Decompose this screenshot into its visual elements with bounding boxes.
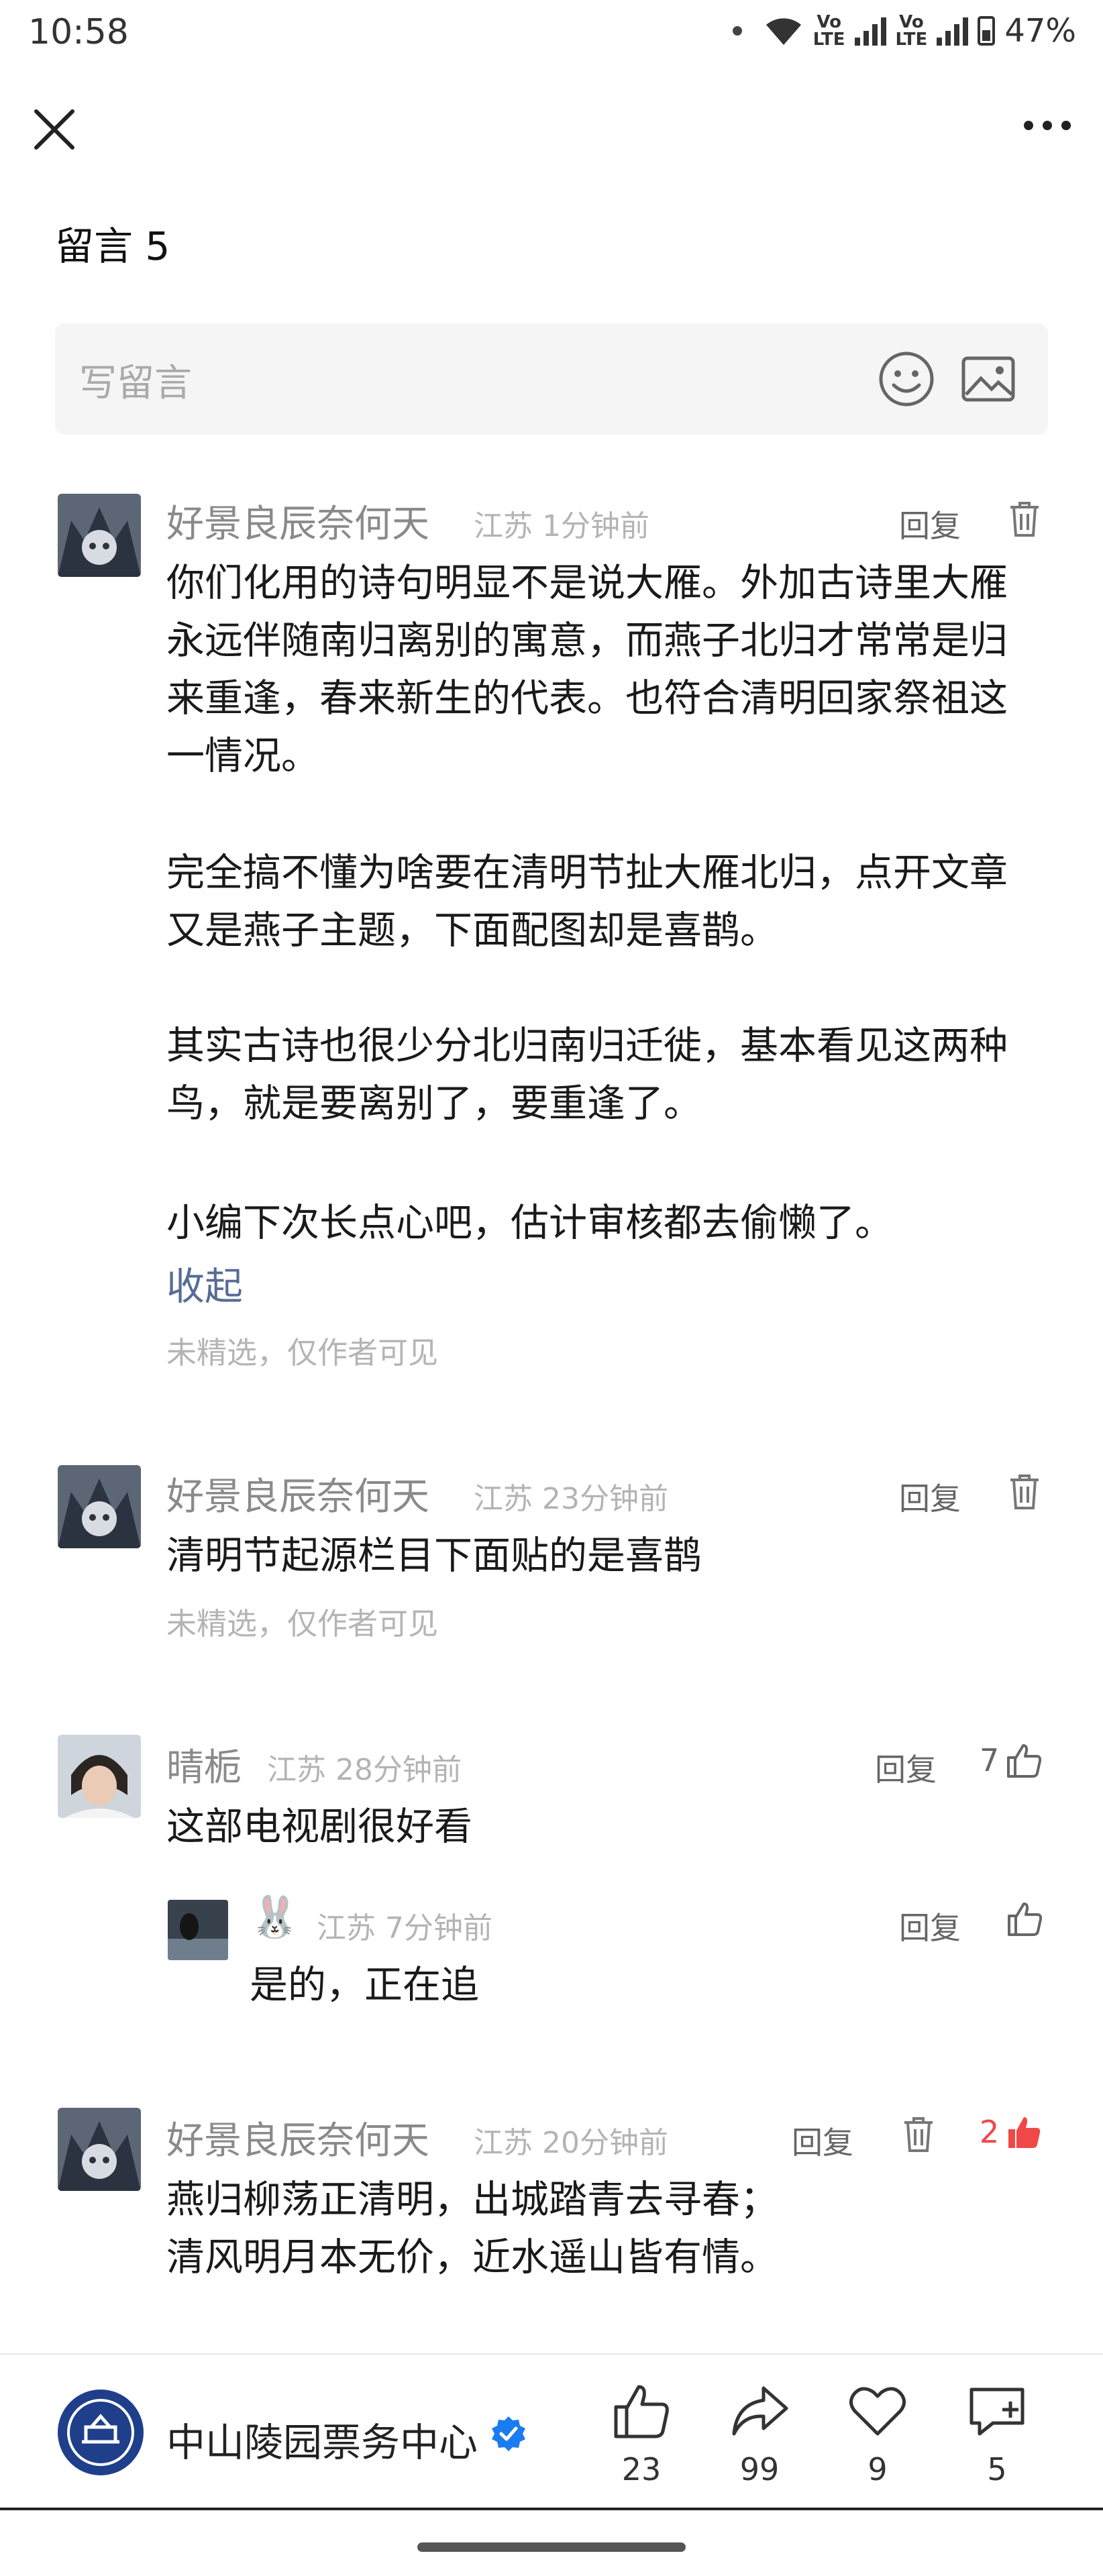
reply-button[interactable]: 回复 [875, 1746, 937, 1790]
comment-author[interactable]: 晴栀 [166, 1737, 242, 1792]
share-icon [732, 2386, 788, 2436]
heart-icon [849, 2387, 906, 2436]
bottom-bar: 中山陵园票务中心 23 99 9 5 [0, 2353, 1103, 2509]
comment-text: 小编下次长点心吧，估计审核都去偷懒了。 [166, 1201, 893, 1245]
like-count: 7 [980, 1742, 1000, 1778]
comment-time: 20分钟前 [542, 2126, 668, 2160]
comment-location: 江苏 [474, 2126, 533, 2160]
volte-1-icon: Vo LTE [813, 13, 845, 48]
like-button[interactable]: 7 [980, 1741, 1043, 1779]
avatar-image [58, 2108, 141, 2191]
reply-text: 是的，正在追 [250, 1963, 479, 2007]
volte-2-icon: Vo LTE [896, 13, 928, 48]
like-article-button[interactable]: 23 [601, 2380, 682, 2487]
reply-avatar[interactable] [168, 1900, 228, 1960]
collapse-link[interactable]: 收起 [166, 1256, 243, 1311]
wifi-icon [766, 18, 801, 45]
comment-text: 你们化用的诗句明显不是说大雁。外加古诗里大雁永远伴随南归离别的寓意，而燕子北归才… [166, 561, 1008, 778]
thumbs-up-icon[interactable] [1006, 1900, 1044, 1937]
reply-location: 江苏 [317, 1911, 376, 1945]
like-count: 23 [621, 2451, 662, 2487]
verified-badge-icon [492, 2416, 525, 2451]
battery-percent: 47% [1004, 12, 1076, 50]
thumbs-up-filled-icon [1008, 2117, 1041, 2148]
trash-icon[interactable] [1008, 500, 1041, 538]
trash-icon[interactable] [902, 2116, 935, 2153]
comment-meta: 江苏 1分钟前 [474, 502, 649, 545]
comment-location: 江苏 [267, 1753, 326, 1787]
comment-time: 1分钟前 [542, 509, 649, 543]
avatar[interactable] [58, 2108, 141, 2191]
comment-author[interactable]: 好景良辰奈何天 [166, 1466, 429, 1521]
signal-2-icon [937, 16, 969, 46]
avatar[interactable] [58, 1735, 141, 1818]
favorite-button[interactable]: 9 [837, 2380, 918, 2487]
comment-text: 清风明月本无价，近水遥山皆有情。 [166, 2235, 778, 2279]
thumbs-up-icon [614, 2385, 669, 2438]
comment-meta: 江苏 20分钟前 [474, 2118, 668, 2161]
comment-meta: 江苏 28分钟前 [267, 1746, 462, 1788]
avatar-image [58, 494, 141, 577]
comment-text: 燕归柳荡正清明，出城踏青去寻春； [166, 2178, 778, 2222]
home-indicator[interactable] [417, 2542, 686, 2552]
account-logo[interactable] [58, 2390, 144, 2475]
reply-button[interactable]: 回复 [899, 502, 961, 546]
comment-text: 完全搞不懂为啥要在清明节扯大雁北归，点开文章又是燕子主题，下面配图却是喜鹊。 [166, 851, 1008, 953]
volte-label: Vo [817, 12, 841, 32]
notification-dot-icon [732, 26, 742, 36]
avatar-image [58, 1465, 141, 1548]
close-icon[interactable] [32, 107, 76, 152]
reply-button[interactable]: 回复 [792, 2118, 853, 2163]
lte-label: LTE [812, 30, 845, 50]
comment-text: 清明节起源栏目下面贴的是喜鹊 [166, 1534, 702, 1578]
avatar-image [58, 1735, 141, 1818]
reply-author-emoji[interactable]: 🐰 [250, 1893, 300, 1941]
share-button[interactable]: 99 [719, 2380, 800, 2487]
comment-input[interactable]: 写留言 [55, 323, 1048, 435]
comment-add-icon [969, 2387, 1025, 2436]
like-count: 2 [980, 2114, 1000, 2150]
thumbs-up-icon [1007, 1744, 1042, 1778]
battery-icon [978, 16, 996, 46]
like-button[interactable]: 2 [980, 2113, 1043, 2151]
comments-title: 留言 5 [55, 223, 170, 269]
comment-status-note: 未精选，仅作者可见 [166, 1606, 439, 1642]
comment-author[interactable]: 好景良辰奈何天 [166, 2110, 429, 2165]
reply-avatar-image [168, 1900, 228, 1960]
reply-button[interactable]: 回复 [899, 1904, 961, 1948]
comment-text: 这部电视剧很好看 [166, 1805, 472, 1849]
status-time: 10:58 [28, 12, 129, 52]
account-name[interactable]: 中山陵园票务中心 [166, 2411, 478, 2467]
comment-input-placeholder: 写留言 [79, 362, 192, 405]
image-icon[interactable] [961, 354, 1016, 404]
comment-location: 江苏 [474, 1482, 533, 1516]
comment-count: 5 [987, 2451, 1007, 2487]
comment-meta: 江苏 23分钟前 [474, 1474, 668, 1517]
trash-icon[interactable] [1008, 1473, 1041, 1511]
favorite-count: 9 [868, 2451, 888, 2487]
status-icons: Vo LTE Vo LTE 47% [732, 12, 1076, 50]
more-options-icon[interactable] [1024, 121, 1071, 130]
comment-status-note: 未精选，仅作者可见 [166, 1335, 439, 1371]
reply-time: 7分钟前 [385, 1911, 492, 1945]
reply-button[interactable]: 回复 [899, 1474, 961, 1519]
signal-1-icon [854, 16, 886, 46]
share-count: 99 [739, 2451, 780, 2487]
lte-label: LTE [895, 30, 928, 50]
comment-time: 28分钟前 [335, 1753, 462, 1787]
comment-author[interactable]: 好景良辰奈何天 [166, 494, 429, 548]
divider [0, 2508, 1103, 2510]
comment-location: 江苏 [474, 509, 533, 543]
comment-button[interactable]: 5 [957, 2380, 1037, 2487]
avatar[interactable] [58, 1465, 141, 1548]
comment-text: 其实古诗也很少分北归南归迁徙，基本看见这两种鸟，就是要离别了，要重逢了。 [166, 1024, 1008, 1126]
comment-time: 23分钟前 [542, 1482, 668, 1516]
account-logo-image [60, 2392, 141, 2473]
avatar[interactable] [58, 494, 141, 577]
volte-label: Vo [899, 12, 924, 32]
emoji-icon[interactable] [878, 350, 935, 408]
reply-meta: 江苏 7分钟前 [317, 1904, 492, 1947]
